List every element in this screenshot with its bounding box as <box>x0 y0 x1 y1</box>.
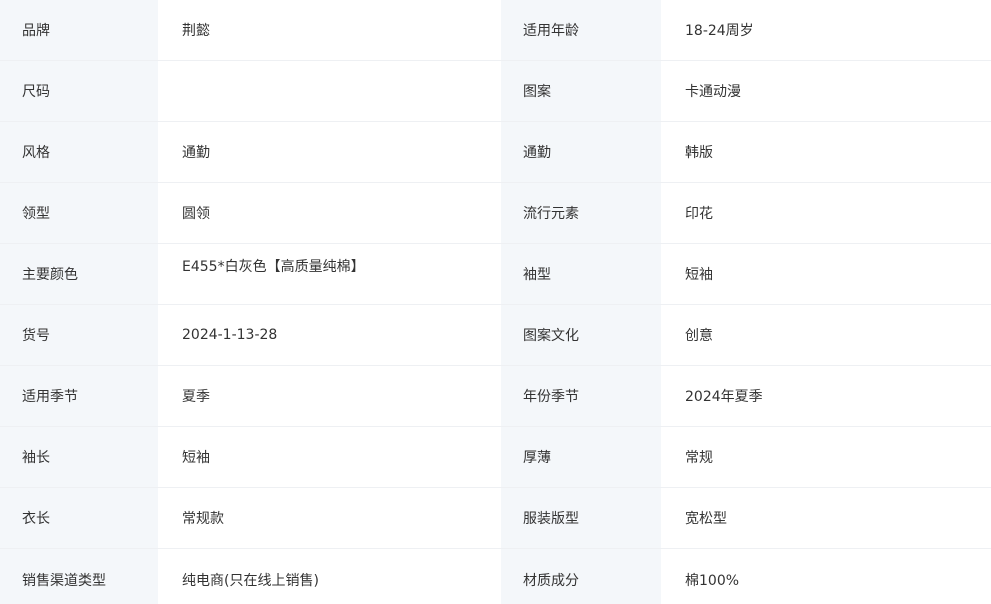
product-spec-table: 品牌 荆懿 适用年龄 18-24周岁 尺码 图案 卡通动漫 风格 通勤 通勤 韩… <box>0 0 991 604</box>
spec-label: 厚薄 <box>501 427 661 488</box>
spec-value: 印花 <box>661 183 991 244</box>
spec-label: 材质成分 <box>501 549 661 604</box>
spec-value: 2024-1-13-28 <box>158 305 501 366</box>
spec-label: 流行元素 <box>501 183 661 244</box>
spec-label: 图案文化 <box>501 305 661 366</box>
spec-label: 通勤 <box>501 122 661 183</box>
spec-label: 适用年龄 <box>501 0 661 61</box>
spec-value: 通勤 <box>158 122 501 183</box>
spec-value: 18-24周岁 <box>661 0 991 61</box>
spec-label: 品牌 <box>0 0 158 61</box>
spec-label: 衣长 <box>0 488 158 549</box>
spec-value: 常规 <box>661 427 991 488</box>
spec-value: 圆领 <box>158 183 501 244</box>
spec-label: 领型 <box>0 183 158 244</box>
spec-value: 短袖 <box>158 427 501 488</box>
spec-value: 创意 <box>661 305 991 366</box>
spec-label: 年份季节 <box>501 366 661 427</box>
spec-value: 夏季 <box>158 366 501 427</box>
spec-value: 短袖 <box>661 244 991 305</box>
spec-label: 袖型 <box>501 244 661 305</box>
spec-value: 宽松型 <box>661 488 991 549</box>
spec-label: 主要颜色 <box>0 244 158 305</box>
spec-value: 棉100% <box>661 549 991 604</box>
spec-label: 风格 <box>0 122 158 183</box>
spec-value: E455*白灰色【高质量纯棉】 <box>158 244 501 305</box>
spec-value: 韩版 <box>661 122 991 183</box>
spec-label: 货号 <box>0 305 158 366</box>
spec-label: 袖长 <box>0 427 158 488</box>
spec-label: 尺码 <box>0 61 158 122</box>
spec-value: 卡通动漫 <box>661 61 991 122</box>
spec-label: 服装版型 <box>501 488 661 549</box>
spec-label: 适用季节 <box>0 366 158 427</box>
spec-label: 图案 <box>501 61 661 122</box>
spec-value: 荆懿 <box>158 0 501 61</box>
spec-value <box>158 61 501 122</box>
spec-value: 2024年夏季 <box>661 366 991 427</box>
spec-value: 常规款 <box>158 488 501 549</box>
spec-label: 销售渠道类型 <box>0 549 158 604</box>
spec-value: 纯电商(只在线上销售) <box>158 549 501 604</box>
